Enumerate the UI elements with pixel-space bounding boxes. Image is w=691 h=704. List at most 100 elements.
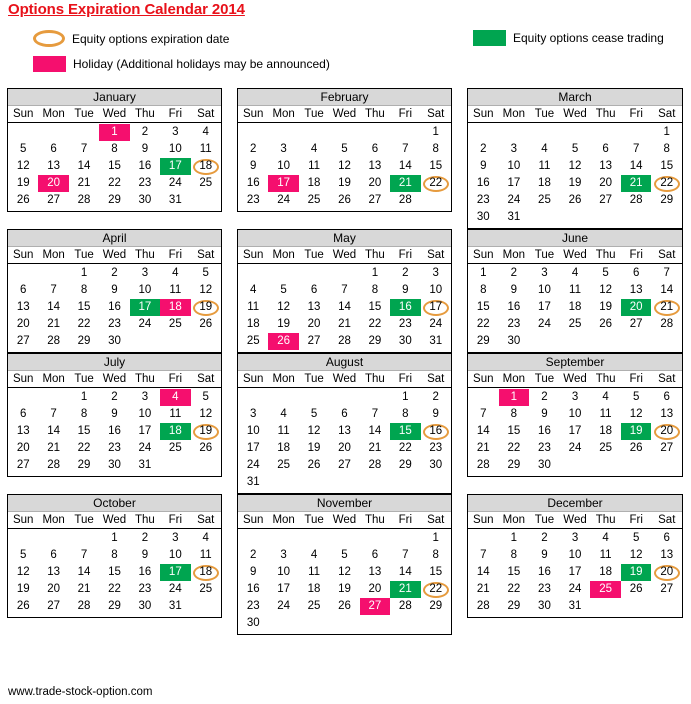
- day-cell[interactable]: 6: [360, 547, 390, 564]
- day-cell[interactable]: 12: [191, 406, 221, 423]
- day-cell[interactable]: 9: [529, 406, 560, 423]
- day-cell[interactable]: 14: [651, 282, 682, 299]
- day-cell[interactable]: 24: [130, 316, 160, 333]
- day-cell[interactable]: 2: [238, 547, 268, 564]
- day-cell[interactable]: 11: [299, 564, 329, 581]
- day-cell[interactable]: 14: [329, 299, 359, 316]
- day-cell[interactable]: 3: [529, 265, 560, 282]
- day-cell[interactable]: 27: [360, 192, 390, 209]
- day-cell[interactable]: 28: [38, 333, 68, 350]
- day-cell[interactable]: 13: [621, 282, 652, 299]
- day-cell[interactable]: 3: [160, 530, 190, 547]
- day-cell[interactable]: 21: [620, 175, 652, 192]
- day-cell[interactable]: 22: [390, 440, 420, 457]
- day-cell[interactable]: 23: [529, 581, 560, 598]
- day-cell[interactable]: 31: [160, 598, 190, 615]
- day-cell[interactable]: 1: [421, 530, 451, 547]
- day-cell[interactable]: 8: [651, 141, 682, 158]
- day-cell[interactable]: 28: [360, 457, 390, 474]
- day-cell[interactable]: 9: [499, 282, 530, 299]
- day-cell[interactable]: 9: [99, 406, 129, 423]
- day-cell[interactable]: 20: [299, 316, 329, 333]
- day-cell[interactable]: 18: [590, 564, 621, 581]
- day-cell[interactable]: 22: [421, 581, 451, 598]
- day-cell[interactable]: 3: [421, 265, 451, 282]
- day-cell[interactable]: 22: [499, 440, 530, 457]
- day-cell[interactable]: 6: [621, 265, 652, 282]
- day-cell[interactable]: 9: [390, 282, 420, 299]
- day-cell[interactable]: 26: [8, 192, 38, 209]
- day-cell[interactable]: 24: [560, 581, 591, 598]
- day-cell[interactable]: 15: [421, 564, 451, 581]
- day-cell[interactable]: 10: [268, 564, 298, 581]
- day-cell[interactable]: 15: [499, 423, 530, 440]
- day-cell[interactable]: 1: [498, 389, 530, 406]
- day-cell[interactable]: 6: [590, 141, 621, 158]
- day-cell[interactable]: 23: [421, 440, 451, 457]
- day-cell[interactable]: 4: [268, 406, 298, 423]
- day-cell[interactable]: 13: [329, 423, 359, 440]
- day-cell[interactable]: 28: [69, 598, 99, 615]
- day-cell[interactable]: 17: [238, 440, 268, 457]
- day-cell[interactable]: 29: [69, 457, 99, 474]
- day-cell[interactable]: 9: [468, 158, 499, 175]
- day-cell[interactable]: 1: [360, 265, 390, 282]
- day-cell[interactable]: 10: [160, 547, 190, 564]
- day-cell[interactable]: 16: [421, 423, 451, 440]
- day-cell[interactable]: 24: [529, 316, 560, 333]
- day-cell[interactable]: 16: [130, 158, 160, 175]
- day-cell[interactable]: 7: [621, 141, 652, 158]
- day-cell[interactable]: 30: [499, 333, 530, 350]
- day-cell[interactable]: 5: [329, 547, 359, 564]
- day-cell[interactable]: 17: [268, 581, 298, 598]
- day-cell[interactable]: 18: [529, 175, 560, 192]
- day-cell[interactable]: 12: [299, 423, 329, 440]
- day-cell[interactable]: 1: [99, 124, 130, 141]
- day-cell[interactable]: 17: [160, 564, 191, 581]
- day-cell[interactable]: 10: [560, 547, 591, 564]
- day-cell[interactable]: 17: [268, 175, 299, 192]
- day-cell[interactable]: 19: [590, 299, 621, 316]
- day-cell[interactable]: 28: [329, 333, 359, 350]
- day-cell[interactable]: 18: [299, 581, 329, 598]
- day-cell[interactable]: 11: [191, 141, 221, 158]
- day-cell[interactable]: 25: [191, 175, 221, 192]
- day-cell[interactable]: 13: [360, 158, 390, 175]
- day-cell[interactable]: 29: [360, 333, 390, 350]
- day-cell[interactable]: 27: [38, 598, 68, 615]
- day-cell[interactable]: 20: [590, 175, 621, 192]
- day-cell[interactable]: 20: [620, 299, 652, 316]
- day-cell[interactable]: 25: [268, 457, 298, 474]
- day-cell[interactable]: 6: [360, 141, 390, 158]
- day-cell[interactable]: 19: [620, 423, 652, 440]
- day-cell[interactable]: 10: [238, 423, 268, 440]
- day-cell[interactable]: 11: [590, 406, 621, 423]
- day-cell[interactable]: 4: [299, 141, 329, 158]
- day-cell[interactable]: 8: [468, 282, 499, 299]
- day-cell[interactable]: 25: [590, 581, 621, 598]
- day-cell[interactable]: 10: [421, 282, 451, 299]
- day-cell[interactable]: 5: [191, 389, 221, 406]
- day-cell[interactable]: 21: [69, 175, 99, 192]
- day-cell[interactable]: 30: [529, 457, 560, 474]
- day-cell[interactable]: 22: [360, 316, 390, 333]
- day-cell[interactable]: 6: [8, 406, 38, 423]
- day-cell[interactable]: 3: [560, 530, 591, 547]
- day-cell[interactable]: 21: [38, 440, 68, 457]
- day-cell[interactable]: 25: [238, 333, 268, 350]
- day-cell[interactable]: 23: [99, 316, 129, 333]
- day-cell[interactable]: 20: [360, 175, 390, 192]
- day-cell[interactable]: 17: [421, 299, 451, 316]
- day-cell[interactable]: 17: [129, 299, 161, 316]
- day-cell[interactable]: 12: [8, 158, 38, 175]
- day-cell[interactable]: 9: [238, 158, 268, 175]
- day-cell[interactable]: 2: [390, 265, 420, 282]
- day-cell[interactable]: 29: [99, 598, 129, 615]
- day-cell[interactable]: 25: [191, 581, 221, 598]
- day-cell[interactable]: 19: [268, 316, 298, 333]
- day-cell[interactable]: 24: [421, 316, 451, 333]
- day-cell[interactable]: 5: [268, 282, 298, 299]
- day-cell[interactable]: 26: [621, 581, 652, 598]
- day-cell[interactable]: 18: [590, 423, 621, 440]
- day-cell[interactable]: 10: [268, 158, 298, 175]
